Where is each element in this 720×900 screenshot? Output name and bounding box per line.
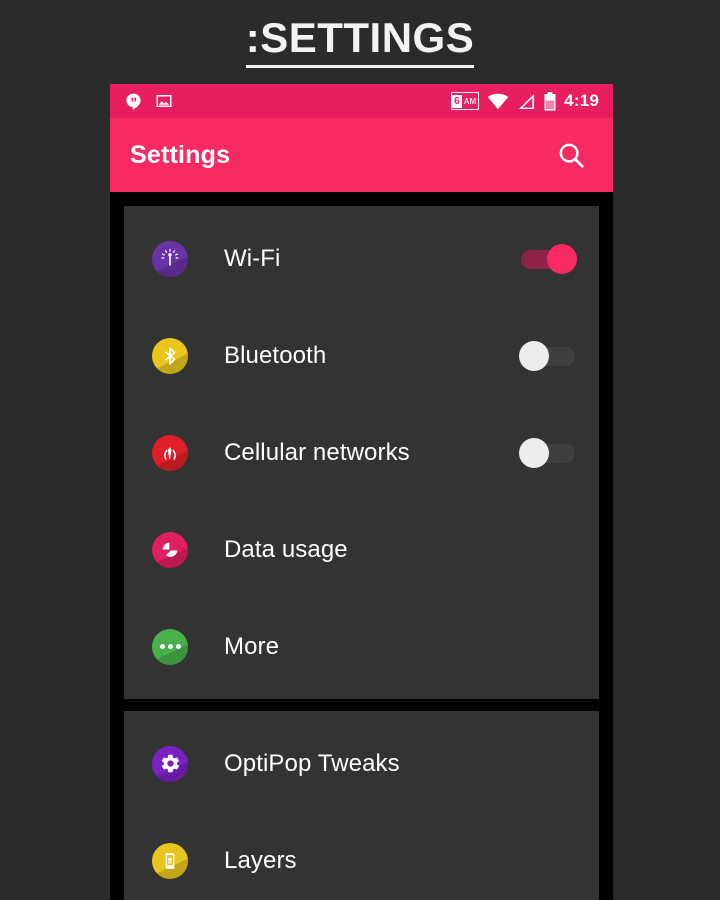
status-bar: 6 AM 4:19: [110, 84, 613, 118]
more-icon: [152, 628, 188, 665]
settings-row-data-usage[interactable]: Data usage: [124, 501, 599, 598]
status-bar-right-icons: 6 AM 4:19: [451, 91, 599, 111]
hangouts-icon: [124, 92, 143, 111]
wifi-toggle[interactable]: [519, 243, 577, 274]
page-title-text: :SETTINGS: [245, 16, 475, 68]
phone-screenshot: 6 AM 4:19 Settings Wi-Fi Bluetooth Cellu…: [110, 84, 613, 900]
settings-row-layers[interactable]: Layers: [124, 812, 599, 900]
app-bar-actions: [551, 135, 591, 175]
settings-row-optipop-tweaks[interactable]: OptiPop Tweaks: [124, 715, 599, 812]
settings-row-label: Wi-Fi: [224, 244, 281, 272]
settings-row-label: Layers: [224, 846, 297, 874]
layers-phone-icon: [152, 842, 188, 879]
wireless-networks-card: Wi-Fi Bluetooth Cellular networks Data u…: [124, 206, 599, 699]
gear-icon: [152, 745, 188, 782]
customization-card: OptiPop Tweaks Layers: [124, 711, 599, 900]
alarm-number: 6: [452, 94, 462, 108]
app-bar-title: Settings: [130, 140, 231, 169]
app-bar: Settings: [110, 118, 613, 192]
settings-row-bluetooth[interactable]: Bluetooth: [124, 307, 599, 404]
wifi-icon: [152, 240, 188, 277]
settings-row-label: Cellular networks: [224, 438, 410, 466]
page-title: :SETTINGS: [0, 0, 720, 84]
cellular-networks-toggle[interactable]: [519, 437, 577, 468]
cellular-signal-icon: [517, 93, 536, 110]
alarm-indicator: 6 AM: [451, 92, 480, 110]
search-icon[interactable]: [551, 135, 591, 175]
wifi-signal-icon: [487, 93, 509, 110]
settings-row-more[interactable]: More: [124, 598, 599, 695]
settings-row-cellular-networks[interactable]: Cellular networks: [124, 404, 599, 501]
alarm-meridiem: AM: [463, 96, 477, 106]
status-bar-left-icons: [124, 92, 173, 111]
cellular-networks-icon: [152, 434, 188, 471]
settings-row-label: Data usage: [224, 535, 348, 563]
settings-row-label: Bluetooth: [224, 341, 327, 369]
bluetooth-icon: [152, 337, 188, 374]
status-bar-clock: 4:19: [564, 91, 599, 110]
screenshot-image-icon: [155, 92, 173, 110]
settings-row-label: More: [224, 632, 280, 660]
settings-row-label: OptiPop Tweaks: [224, 749, 400, 777]
settings-row-wifi[interactable]: Wi-Fi: [124, 210, 599, 307]
data-usage-icon: [152, 531, 188, 568]
bluetooth-toggle[interactable]: [519, 340, 577, 371]
settings-list: Wi-Fi Bluetooth Cellular networks Data u…: [110, 192, 613, 900]
battery-icon: [544, 91, 556, 111]
